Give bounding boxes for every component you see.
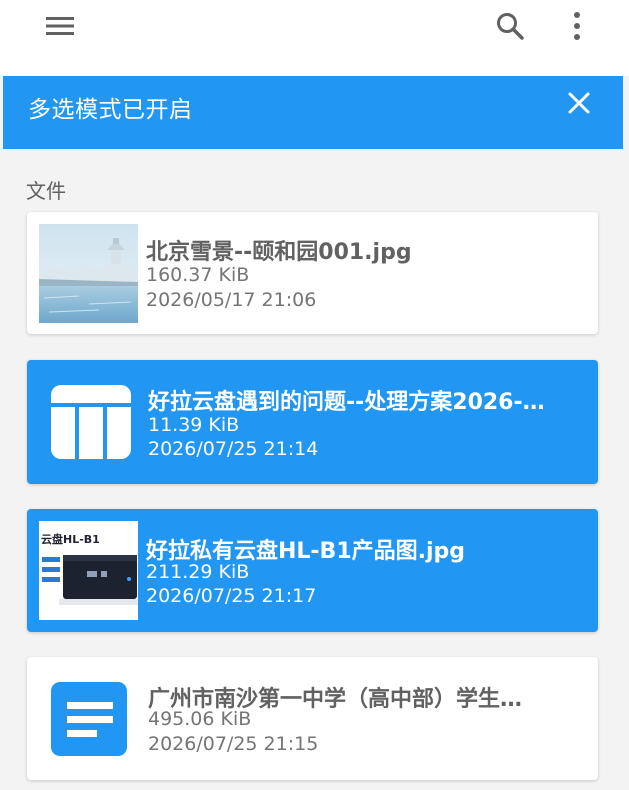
file-date: 2026/07/25 21:17: [146, 585, 317, 607]
file-size: 495.06 KiB: [148, 708, 252, 730]
spreadsheet-icon: [51, 385, 131, 459]
document-icon: [51, 682, 127, 756]
file-date: 2026/05/17 21:06: [146, 289, 317, 311]
file-date: 2026/07/25 21:14: [148, 438, 319, 460]
file-size: 11.39 KiB: [148, 414, 240, 436]
file-card[interactable]: 广州市南沙第一中学（高中部）学生… 495.06 KiB 2026/07/25 …: [27, 657, 598, 780]
close-icon: [568, 92, 590, 114]
file-name: 好拉云盘遇到的问题--处理方案2026-…: [148, 390, 545, 415]
thumb-text: 云盘HL-B1: [41, 532, 100, 546]
file-card[interactable]: 北京雪景--颐和园001.jpg 160.37 KiB 2026/05/17 2…: [27, 212, 598, 334]
file-card-selected[interactable]: 云盘HL-B1 好拉私有云盘HL-B1产品图.jpg 211.29 KiB 20…: [27, 509, 598, 632]
more-options-button[interactable]: [558, 6, 596, 46]
section-label-files: 文件: [26, 179, 66, 203]
file-size: 211.29 KiB: [146, 561, 250, 583]
file-card-selected[interactable]: 好拉云盘遇到的问题--处理方案2026-… 11.39 KiB 2026/07/…: [27, 360, 598, 484]
file-size: 160.37 KiB: [146, 264, 250, 286]
search-button[interactable]: [489, 6, 531, 46]
menu-icon: [46, 17, 74, 35]
search-icon: [497, 13, 524, 40]
file-date: 2026/07/25 21:15: [148, 733, 319, 755]
file-name: 北京雪景--颐和园001.jpg: [146, 240, 412, 265]
multi-select-title: 多选模式已开启: [28, 97, 193, 123]
image-thumbnail: 云盘HL-B1: [39, 521, 138, 620]
app-bar: [0, 0, 629, 76]
menu-button[interactable]: [38, 8, 82, 44]
more-vert-icon: [574, 12, 580, 40]
multi-select-banner: 多选模式已开启: [3, 76, 623, 149]
close-multi-select-button[interactable]: [560, 84, 598, 122]
image-thumbnail: [39, 224, 138, 323]
